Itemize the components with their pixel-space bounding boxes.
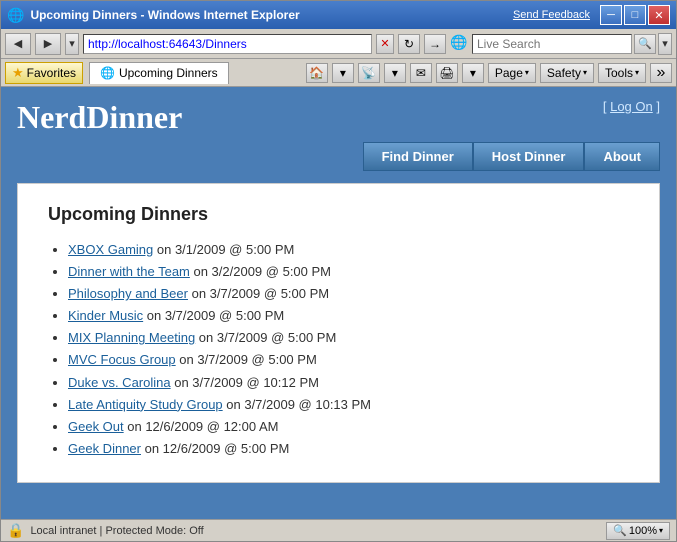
page-chevron: ▾ (525, 68, 529, 77)
favorites-label: Favorites (27, 66, 76, 80)
dinner-detail: on 3/7/2009 @ 5:00 PM (188, 286, 329, 301)
search-input[interactable] (472, 34, 632, 54)
page-menu[interactable]: Page ▾ (488, 63, 536, 83)
tab-bar: 🌐 Upcoming Dinners (89, 62, 300, 84)
host-dinner-button[interactable]: Host Dinner (473, 142, 585, 171)
dinner-link[interactable]: Geek Dinner (68, 441, 141, 456)
list-item: MIX Planning Meeting on 3/7/2009 @ 5:00 … (68, 327, 629, 349)
safety-chevron: ▾ (583, 68, 587, 77)
page-label: Page (495, 66, 523, 80)
dinners-list: XBOX Gaming on 3/1/2009 @ 5:00 PMDinner … (48, 239, 629, 460)
dinner-link[interactable]: Kinder Music (68, 308, 143, 323)
list-item: Late Antiquity Study Group on 3/7/2009 @… (68, 394, 629, 416)
mail-button[interactable]: ✉ (410, 63, 432, 83)
dinner-link[interactable]: Philosophy and Beer (68, 286, 188, 301)
zoom-level: 100% (629, 525, 657, 537)
close-button[interactable]: ✕ (648, 5, 670, 25)
list-item: Geek Dinner on 12/6/2009 @ 5:00 PM (68, 438, 629, 460)
list-item: Geek Out on 12/6/2009 @ 12:00 AM (68, 416, 629, 438)
browser-icon: 🌐 (7, 7, 24, 24)
about-button[interactable]: About (584, 142, 660, 171)
list-item: XBOX Gaming on 3/1/2009 @ 5:00 PM (68, 239, 629, 261)
site-nav: Find Dinner Host Dinner About (1, 136, 676, 177)
dinner-link[interactable]: MVC Focus Group (68, 352, 176, 367)
status-bar: 🔒 Local intranet | Protected Mode: Off 🔍… (1, 519, 676, 541)
dinner-detail: on 3/7/2009 @ 5:00 PM (176, 352, 317, 367)
status-icon: 🔒 (7, 522, 24, 539)
dinner-link[interactable]: Late Antiquity Study Group (68, 397, 223, 412)
title-bar: 🌐 Upcoming Dinners - Windows Internet Ex… (1, 1, 676, 29)
tools-menu[interactable]: Tools ▾ (598, 63, 646, 83)
login-bracket-close: ] (656, 99, 660, 114)
search-button[interactable]: 🔍 (634, 34, 656, 54)
forward-button[interactable]: ▶ (35, 33, 61, 55)
send-feedback-link[interactable]: Send Feedback (513, 9, 590, 21)
list-item: MVC Focus Group on 3/7/2009 @ 5:00 PM (68, 349, 629, 371)
site-header: NerdDinner [ Log On ] (1, 87, 676, 136)
status-text: Local intranet | Protected Mode: Off (30, 525, 203, 537)
main-content: Upcoming Dinners XBOX Gaming on 3/1/2009… (17, 183, 660, 483)
safety-label: Safety (547, 66, 581, 80)
list-item: Dinner with the Team on 3/2/2009 @ 5:00 … (68, 261, 629, 283)
stop-button[interactable]: ✕ (376, 34, 394, 54)
list-item: Duke vs. Carolina on 3/7/2009 @ 10:12 PM (68, 372, 629, 394)
go-button[interactable]: → (424, 34, 446, 54)
tab-label: Upcoming Dinners (119, 66, 218, 80)
list-item: Philosophy and Beer on 3/7/2009 @ 5:00 P… (68, 283, 629, 305)
refresh-button[interactable]: ↻ (398, 34, 420, 54)
list-item: Kinder Music on 3/7/2009 @ 5:00 PM (68, 305, 629, 327)
zoom-button[interactable]: 🔍 100% ▾ (606, 522, 670, 540)
more-button[interactable]: » (650, 63, 672, 83)
site-title: NerdDinner (17, 99, 182, 136)
dinner-detail: on 3/7/2009 @ 10:12 PM (171, 375, 319, 390)
dropdown-button[interactable]: ▾ (65, 33, 79, 55)
search-dropdown[interactable]: ▾ (658, 33, 672, 55)
dinner-detail: on 3/7/2009 @ 10:13 PM (223, 397, 371, 412)
zoom-icon: 🔍 (613, 524, 627, 537)
dinner-link[interactable]: XBOX Gaming (68, 242, 153, 257)
ie-toolbar: ★ Favorites 🌐 Upcoming Dinners 🏠 ▾ 📡 ▾ ✉… (1, 59, 676, 87)
dinner-detail: on 3/7/2009 @ 5:00 PM (143, 308, 284, 323)
content-area: NerdDinner [ Log On ] Find Dinner Host D… (1, 87, 676, 519)
dinner-detail: on 3/7/2009 @ 5:00 PM (195, 330, 336, 345)
dinner-link[interactable]: Dinner with the Team (68, 264, 190, 279)
address-input[interactable] (83, 34, 372, 54)
address-bar: ◀ ▶ ▾ ✕ ↻ → 🌐 🔍 ▾ (1, 29, 676, 59)
print-dropdown[interactable]: ▾ (462, 63, 484, 83)
find-dinner-button[interactable]: Find Dinner (363, 142, 473, 171)
tools-label: Tools (605, 66, 633, 80)
zoom-chevron: ▾ (659, 526, 663, 535)
favorites-button[interactable]: ★ Favorites (5, 62, 83, 84)
feeds-dropdown[interactable]: ▾ (384, 63, 406, 83)
minimize-button[interactable]: ─ (600, 5, 622, 25)
dinner-detail: on 3/2/2009 @ 5:00 PM (190, 264, 331, 279)
dinner-detail: on 12/6/2009 @ 5:00 PM (141, 441, 289, 456)
tools-chevron: ▾ (635, 68, 639, 77)
print-button[interactable]: 🖨 (436, 63, 458, 83)
maximize-button[interactable]: □ (624, 5, 646, 25)
back-button[interactable]: ◀ (5, 33, 31, 55)
safety-menu[interactable]: Safety ▾ (540, 63, 594, 83)
dinner-link[interactable]: Duke vs. Carolina (68, 375, 171, 390)
tab-icon: 🌐 (100, 66, 115, 80)
feeds-button[interactable]: 📡 (358, 63, 380, 83)
login-bracket-open: [ (603, 99, 607, 114)
toolbar-right: 🏠 ▾ 📡 ▾ ✉ 🖨 ▾ Page ▾ Safety ▾ Tools ▾ » (306, 63, 672, 83)
dinner-link[interactable]: MIX Planning Meeting (68, 330, 195, 345)
ie-logo: 🌐 (450, 34, 470, 54)
login-link[interactable]: Log On (610, 99, 653, 114)
star-icon: ★ (12, 65, 24, 81)
home-button[interactable]: 🏠 (306, 63, 328, 83)
page-content: NerdDinner [ Log On ] Find Dinner Host D… (1, 87, 676, 519)
dinner-detail: on 3/1/2009 @ 5:00 PM (153, 242, 294, 257)
home-dropdown[interactable]: ▾ (332, 63, 354, 83)
dinner-link[interactable]: Geek Out (68, 419, 124, 434)
page-heading: Upcoming Dinners (48, 204, 629, 225)
browser-window: 🌐 Upcoming Dinners - Windows Internet Ex… (0, 0, 677, 542)
active-tab[interactable]: 🌐 Upcoming Dinners (89, 62, 229, 84)
dinner-detail: on 12/6/2009 @ 12:00 AM (124, 419, 279, 434)
login-section: [ Log On ] (603, 99, 660, 114)
window-title: Upcoming Dinners - Windows Internet Expl… (30, 8, 299, 22)
